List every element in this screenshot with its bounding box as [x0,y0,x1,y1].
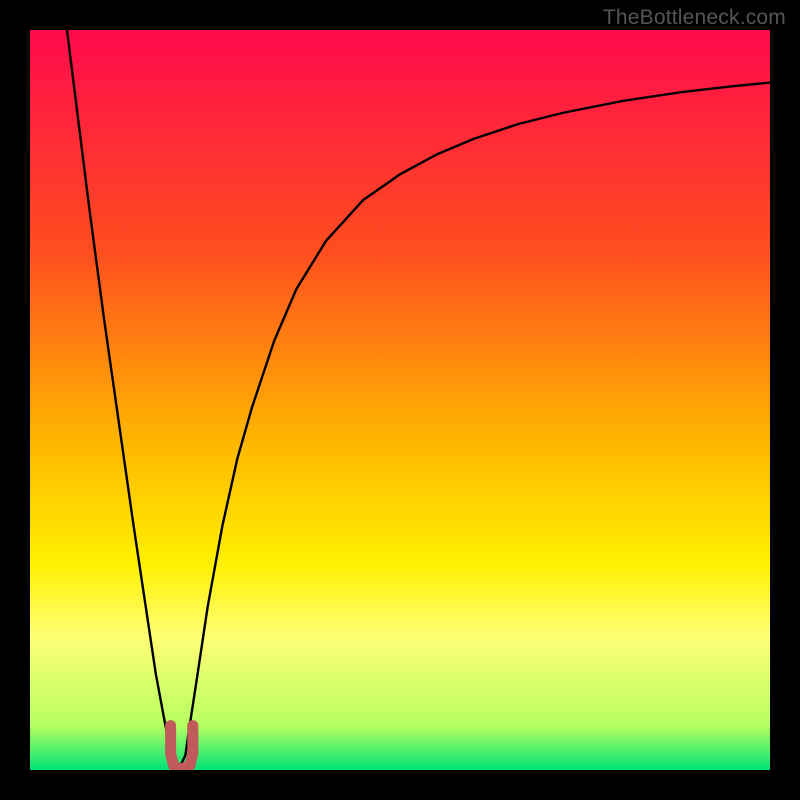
watermark-text: TheBottleneck.com [603,6,786,30]
gradient-background [30,30,770,770]
chart-frame: TheBottleneck.com [0,0,800,800]
chart-svg [30,30,770,770]
plot-area [30,30,770,770]
